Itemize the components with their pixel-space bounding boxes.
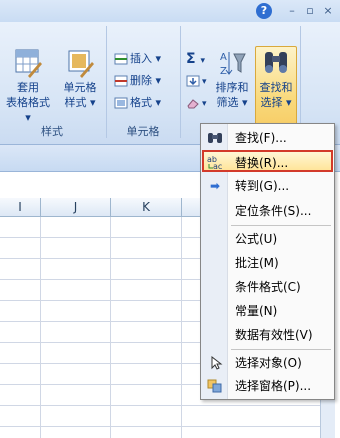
styles-group-label: 样式 <box>41 125 63 138</box>
restore-button[interactable]: ▫ <box>302 3 318 18</box>
cells-group-label: 单元格 <box>126 125 160 138</box>
column-header-j[interactable]: J <box>41 198 111 217</box>
cell-style-label-2: 样式 ▾ <box>64 96 96 109</box>
selection-pane-icon <box>207 379 223 393</box>
find-select-label-1: 查找和 <box>259 81 293 94</box>
table-format-label-2: 表格格式 ▾ <box>6 96 50 124</box>
table-format-button[interactable]: 套用 表格格式 ▾ <box>2 48 54 125</box>
grid-col-line <box>40 217 41 438</box>
cell-style-icon <box>66 48 94 78</box>
menu-item-replace[interactable]: ab ac 替换(R)... <box>202 150 333 172</box>
sort-filter-button[interactable]: AZ 排序和 筛选 ▾ <box>212 48 252 110</box>
grid-row-line <box>0 426 320 427</box>
find-select-menu: 查找(F)... ab ac 替换(R)... ➡ 转到(G)... 定位条件(S… <box>200 123 335 400</box>
menu-item-constants[interactable]: 常量(N) <box>202 300 333 322</box>
menu-item-label: 选择对象(O) <box>235 356 302 370</box>
insert-icon <box>114 53 128 65</box>
format-icon <box>114 97 128 109</box>
find-select-button[interactable]: 查找和 选择 ▾ <box>255 48 297 110</box>
grid-col-line <box>110 217 111 438</box>
eraser-icon <box>186 97 200 109</box>
sum-icon: Σ <box>186 51 196 67</box>
column-header-k[interactable]: K <box>111 198 182 217</box>
binoculars-icon <box>262 48 290 78</box>
insert-button[interactable]: 插入 ▾ <box>114 50 161 68</box>
find-select-label-2: 选择 ▾ <box>260 96 292 109</box>
menu-item-conditional-format[interactable]: 条件格式(C) <box>202 276 333 298</box>
cursor-icon <box>207 355 223 370</box>
arrow-right-icon: ➡ <box>209 179 221 193</box>
menu-item-label: 常量(N) <box>235 304 278 318</box>
group-separator <box>180 26 181 138</box>
menu-item-label: 条件格式(C) <box>235 280 301 294</box>
minimize-button[interactable]: – <box>284 3 300 18</box>
close-button[interactable]: × <box>320 3 336 18</box>
table-format-label-1: 套用 <box>17 81 39 94</box>
fill-button[interactable]: ▾ <box>186 72 207 90</box>
menu-item-find[interactable]: 查找(F)... <box>202 127 333 149</box>
group-separator <box>300 26 301 138</box>
menu-item-label: 批注(M) <box>235 256 279 270</box>
menu-separator <box>231 349 331 350</box>
grid-row-line <box>0 405 320 406</box>
autosum-button[interactable]: Σ ▾ <box>186 50 205 68</box>
sort-filter-label-1: 排序和 <box>215 81 249 94</box>
svg-text:A: A <box>220 52 227 63</box>
clear-button[interactable]: ▾ <box>186 94 207 112</box>
fill-down-icon <box>186 75 200 87</box>
menu-item-data-validation[interactable]: 数据有效性(V) <box>202 324 333 346</box>
column-header-i[interactable]: I <box>0 198 41 217</box>
title-strip: ? – ▫ × <box>0 0 340 23</box>
table-format-icon <box>14 48 42 78</box>
menu-item-label: 选择窗格(P)... <box>235 379 312 393</box>
binoculars-icon <box>207 131 223 145</box>
dropdown-arrow-icon: ▾ <box>202 99 207 109</box>
menu-item-goto-special[interactable]: 定位条件(S)... <box>202 200 333 222</box>
format-label: 格式 ▾ <box>130 96 162 109</box>
cell-style-label-1: 单元格 <box>63 81 97 94</box>
sort-filter-label-2: 筛选 ▾ <box>216 96 248 109</box>
help-icon[interactable]: ? <box>256 3 272 19</box>
menu-item-formulas[interactable]: 公式(U) <box>202 228 333 250</box>
sort-filter-icon: AZ <box>218 48 246 78</box>
menu-item-label: 转到(G)... <box>235 179 290 193</box>
menu-item-select-objects[interactable]: 选择对象(O) <box>202 352 333 374</box>
menu-item-label: 数据有效性(V) <box>235 328 313 342</box>
menu-item-comments[interactable]: 批注(M) <box>202 252 333 274</box>
grid-col-line <box>181 217 182 438</box>
menu-item-label: 公式(U) <box>235 232 278 246</box>
dropdown-arrow-icon: ▾ <box>202 77 207 87</box>
menu-item-label: 定位条件(S)... <box>235 204 312 218</box>
cell-style-button[interactable]: 单元格 样式 ▾ <box>58 48 102 110</box>
menu-item-label: 替换(R)... <box>235 156 289 170</box>
menu-item-goto[interactable]: ➡ 转到(G)... <box>202 175 333 197</box>
svg-text:Z: Z <box>220 66 227 77</box>
delete-icon <box>114 75 128 87</box>
insert-label: 插入 ▾ <box>130 52 162 65</box>
format-button[interactable]: 格式 ▾ <box>114 94 161 112</box>
delete-label: 删除 ▾ <box>130 74 162 87</box>
group-separator <box>106 26 107 138</box>
svg-text:ac: ac <box>213 162 222 170</box>
menu-item-label: 查找(F)... <box>235 131 287 145</box>
delete-button[interactable]: 删除 ▾ <box>114 72 161 90</box>
menu-item-selection-pane[interactable]: 选择窗格(P)... <box>202 375 333 397</box>
menu-separator <box>231 225 331 226</box>
dropdown-arrow-icon: ▾ <box>200 56 205 66</box>
replace-icon: ab ac <box>207 154 223 171</box>
